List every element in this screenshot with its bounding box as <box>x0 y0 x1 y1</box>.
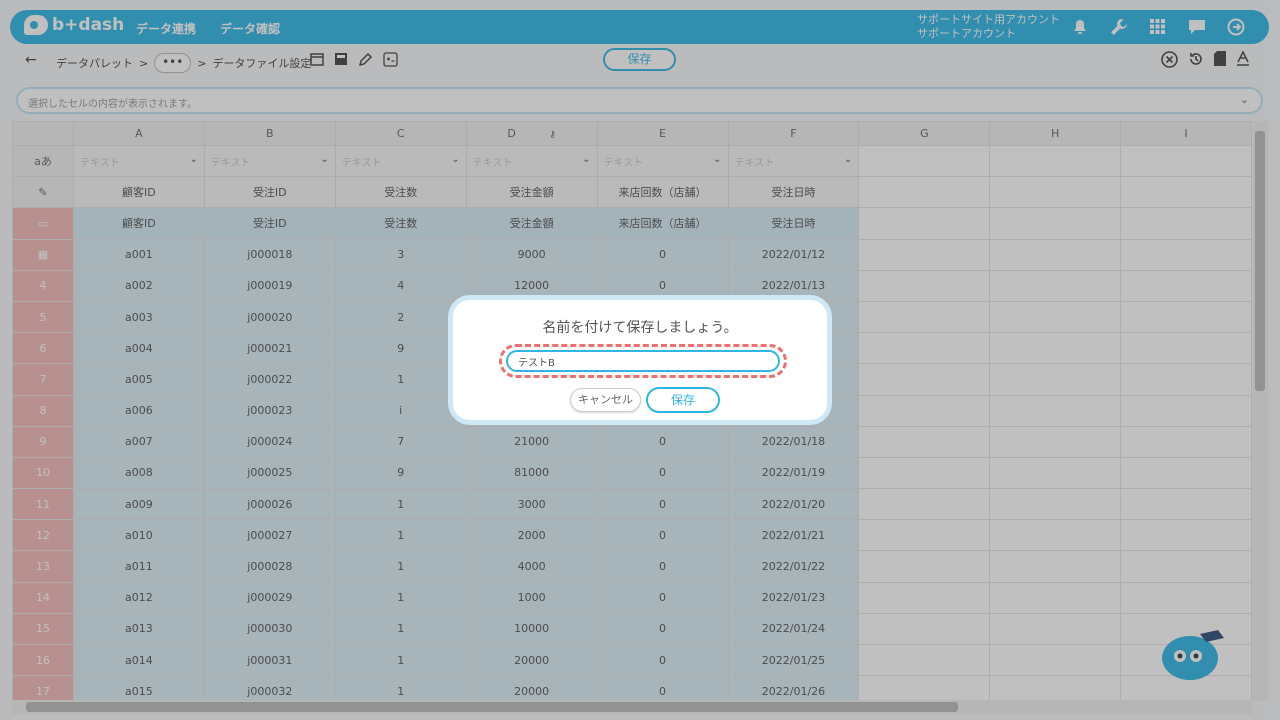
file-name-input[interactable] <box>506 350 780 372</box>
dialog-title: 名前を付けて保存しましょう。 <box>542 320 738 336</box>
save-name-dialog: 名前を付けて保存しましょう。 キャンセル 保存 <box>448 295 832 425</box>
page: b+dash データ連携 データ確認 サポートサイト用アカウント サポートアカウ… <box>0 0 1280 720</box>
input-highlight <box>499 344 787 378</box>
dialog-save-button[interactable]: 保存 <box>646 387 720 413</box>
cancel-button[interactable]: キャンセル <box>570 388 641 412</box>
